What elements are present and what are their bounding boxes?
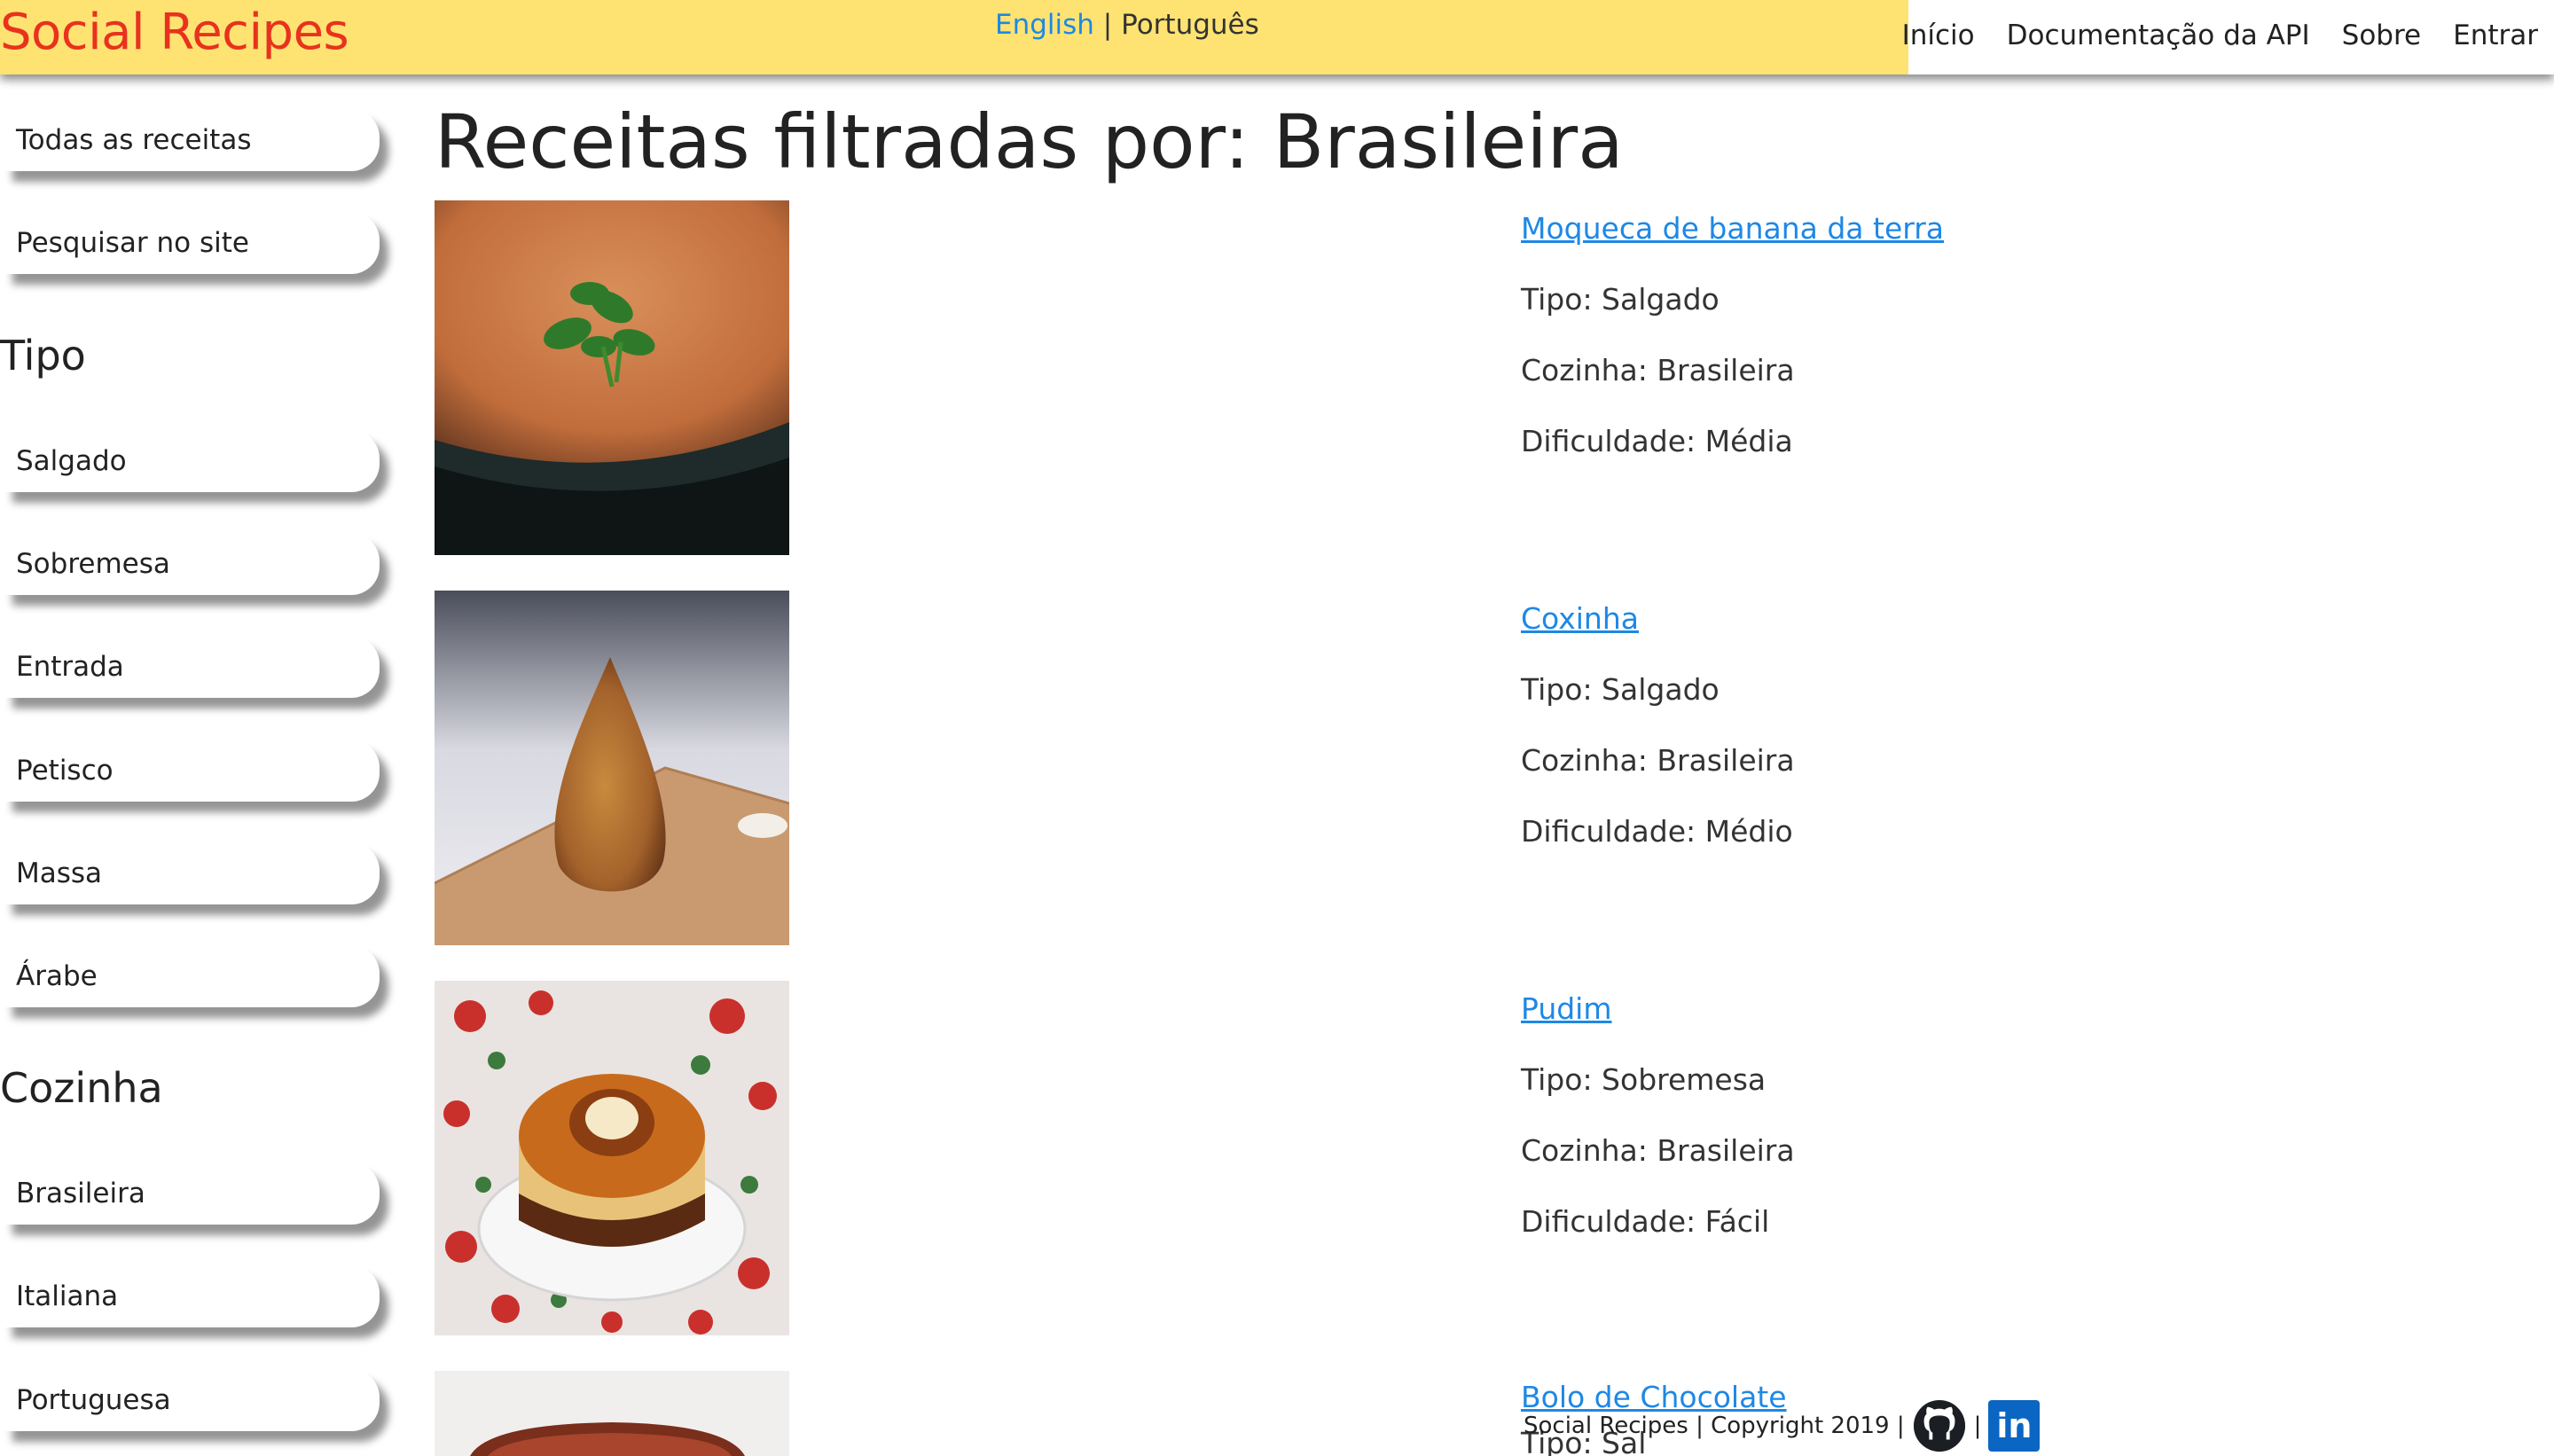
sidebar-item-salgado[interactable]: Salgado	[4, 430, 380, 492]
footer-copyright: Social Recipes | Copyright 2019 |	[1524, 1413, 1905, 1439]
recipe-title-link[interactable]: Pudim	[1521, 990, 2319, 1029]
sidebar-heading-tipo: Tipo	[0, 332, 86, 380]
sidebar-item-entrada[interactable]: Entrada	[4, 636, 380, 698]
sidebar-item-arabe[interactable]: Árabe	[4, 945, 380, 1007]
recipe-image-bolo[interactable]	[435, 1371, 789, 1456]
main-nav: Início Documentação da API Sobre Entrar	[1902, 20, 2538, 51]
page-title: Receitas filtradas por: Brasileira	[435, 98, 1624, 185]
lang-separator: |	[1102, 9, 1113, 41]
sidebar-item-massa[interactable]: Massa	[4, 842, 380, 904]
sidebar-item-portuguesa[interactable]: Portuguesa	[4, 1369, 380, 1431]
recipe-cozinha: Cozinha: Brasileira	[1521, 1133, 1795, 1168]
nav-inicio[interactable]: Início	[1902, 20, 1975, 51]
sidebar-item-petisco[interactable]: Petisco	[4, 740, 380, 802]
recipe-card: Moqueca de banana da terra Tipo: Salgado…	[435, 200, 2474, 555]
sidebar-item-sobremesa[interactable]: Sobremesa	[4, 533, 380, 595]
nav-entrar[interactable]: Entrar	[2453, 20, 2538, 51]
recipe-card: Coxinha Tipo: Salgado Cozinha: Brasileir…	[435, 591, 2474, 945]
recipe-tipo: Tipo: Salgado	[1521, 672, 1720, 707]
recipe-title-link[interactable]: Moqueca de banana da terra	[1521, 209, 2319, 248]
footer-separator: |	[1973, 1413, 1982, 1439]
nav-sobre[interactable]: Sobre	[2342, 20, 2421, 51]
nav-api-docs[interactable]: Documentação da API	[2007, 20, 2310, 51]
recipe-tipo: Tipo: Salgado	[1521, 282, 1720, 317]
recipe-dificuldade: Dificuldade: Média	[1521, 424, 1793, 458]
sidebar-search[interactable]: Pesquisar no site	[4, 212, 380, 274]
github-icon[interactable]	[1912, 1398, 1967, 1453]
recipe-image-pudim[interactable]	[435, 981, 789, 1335]
sidebar-item-brasileira[interactable]: Brasileira	[4, 1162, 380, 1225]
sidebar-item-italiana[interactable]: Italiana	[4, 1265, 380, 1327]
recipe-tipo: Tipo: Sobremesa	[1521, 1062, 1767, 1097]
footer: Social Recipes | Copyright 2019 | | in	[1524, 1398, 2041, 1453]
sidebar-heading-cozinha: Cozinha	[0, 1064, 163, 1112]
recipe-image-coxinha[interactable]	[435, 591, 789, 945]
recipe-card: Pudim Tipo: Sobremesa Cozinha: Brasileir…	[435, 981, 2474, 1335]
recipe-dificuldade: Dificuldade: Fácil	[1521, 1204, 1770, 1239]
lang-english-link[interactable]: English	[995, 9, 1094, 41]
language-switcher: English | Português	[995, 7, 1259, 43]
recipe-image-moqueca[interactable]	[435, 200, 789, 555]
lang-portuguese-link[interactable]: Português	[1121, 9, 1259, 41]
recipe-cozinha: Cozinha: Brasileira	[1521, 743, 1795, 778]
linkedin-icon[interactable]: in	[1988, 1400, 2041, 1452]
site-logo-text[interactable]: Social Recipes	[0, 5, 349, 60]
recipe-dificuldade: Dificuldade: Médio	[1521, 814, 1793, 849]
recipe-cozinha: Cozinha: Brasileira	[1521, 353, 1795, 387]
recipe-title-link[interactable]: Coxinha	[1521, 599, 2319, 638]
recipe-card: Bolo de Chocolate Tipo: Sal	[435, 1371, 2474, 1456]
top-navbar: Social Recipes English | Português Iníci…	[0, 0, 2554, 74]
sidebar-all-recipes[interactable]: Todas as receitas	[4, 109, 380, 171]
